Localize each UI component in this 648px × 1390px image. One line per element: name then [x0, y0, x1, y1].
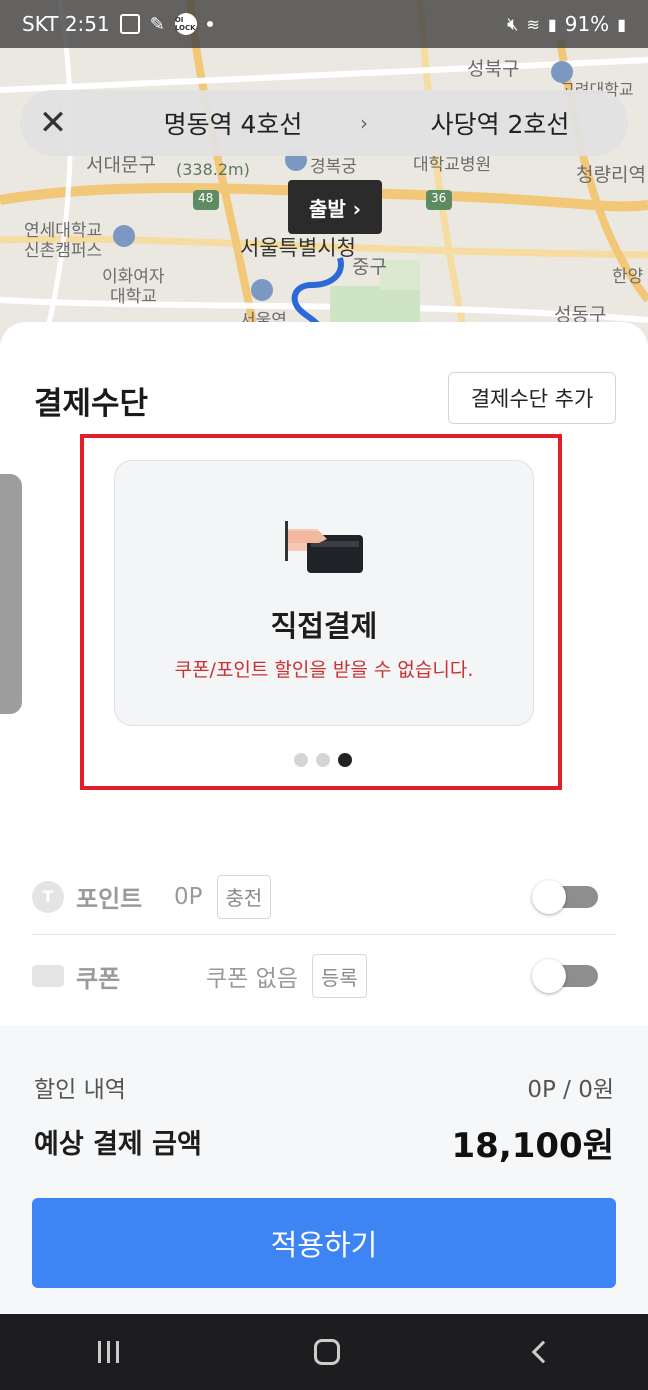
- map-label: 신촌캠퍼스: [24, 241, 103, 261]
- add-payment-method-button[interactable]: 결제수단 추가: [448, 372, 616, 424]
- battery-percent: 91%: [564, 12, 610, 36]
- mute-icon: 🔇︎: [507, 13, 519, 35]
- apply-button[interactable]: 적용하기: [32, 1198, 616, 1288]
- coupon-label: 쿠폰: [76, 964, 121, 993]
- hand-card-icon: [285, 521, 363, 573]
- gallery-icon: [119, 14, 140, 34]
- map-label: 성북구: [467, 58, 520, 80]
- map-label: 한양: [612, 267, 644, 287]
- points-balance: 0P: [174, 883, 203, 910]
- page-dot[interactable]: [316, 753, 330, 767]
- back-icon[interactable]: [531, 1340, 554, 1364]
- route-origin[interactable]: 명동역 4호선: [138, 105, 328, 141]
- points-icon: T: [32, 880, 64, 913]
- status-bar: SKT 2:51 ✎ OI LOCK 🔇︎ ≋ ▮ 91% ▮: [0, 0, 648, 48]
- page-dot[interactable]: [294, 753, 308, 767]
- wifi-icon: ≋: [526, 14, 540, 34]
- payment-method-title: 결제수단: [34, 386, 149, 422]
- coupon-status: 쿠폰 없음: [206, 966, 298, 992]
- road-number: 48: [198, 191, 214, 205]
- more-notifications-icon: [206, 21, 213, 27]
- pencil-icon: ✎: [149, 13, 165, 35]
- chevron-right-icon: ›: [360, 111, 368, 135]
- total-label: 예상 결제 금액: [34, 1129, 202, 1160]
- close-icon: ✕: [38, 103, 68, 143]
- recent-apps-icon[interactable]: [97, 1341, 119, 1363]
- road-number: 36: [431, 191, 447, 205]
- carrier-time: SKT 2:51: [22, 12, 110, 36]
- coupon-icon: [32, 965, 64, 987]
- battery-charging-icon: ▮: [617, 14, 626, 34]
- map-label: 중구: [352, 256, 387, 278]
- points-toggle[interactable]: [532, 879, 598, 914]
- map-label: 서울특별시청: [240, 236, 356, 260]
- signal-icon: ▮: [547, 14, 557, 34]
- depart-marker-button[interactable]: 출발 ›: [288, 180, 382, 234]
- route-bar: ✕ 명동역 4호선 › 사당역 2호선: [20, 90, 628, 156]
- coupon-row: 쿠폰 쿠폰 없음 등록: [32, 938, 616, 1014]
- charge-points-button[interactable]: 충전: [216, 874, 272, 919]
- toggle-knob: [532, 879, 566, 914]
- edge-panel-handle[interactable]: [0, 474, 22, 714]
- map-label: 대학교: [110, 287, 157, 307]
- toggle-knob: [532, 959, 566, 993]
- home-icon[interactable]: [313, 1339, 340, 1365]
- route-destination[interactable]: 사당역 2호선: [405, 105, 595, 141]
- total-amount: 18,100원: [451, 1126, 614, 1166]
- map-label: (338.2m): [176, 160, 250, 179]
- payment-card-name: 직접결제: [270, 609, 378, 643]
- system-nav-bar: [0, 1314, 648, 1390]
- points-row: T 포인트 0P 충전: [32, 859, 616, 935]
- page-dot-active[interactable]: [338, 753, 352, 767]
- discount-value: 0P / 0원: [527, 1077, 614, 1103]
- payment-summary: 할인 내역 0P / 0원 예상 결제 금액 18,100원 적용하기: [0, 1026, 648, 1314]
- register-coupon-button[interactable]: 등록: [311, 954, 367, 998]
- discount-label: 할인 내역: [34, 1077, 126, 1103]
- close-button[interactable]: ✕: [20, 90, 86, 156]
- payment-sheet: 결제수단 결제수단 추가 직접결제 쿠폰/포인트 할인을 받을 수 없습니다. …: [0, 322, 648, 1314]
- carousel-pagination: [294, 753, 352, 767]
- coupon-toggle[interactable]: [532, 959, 598, 993]
- lock-app-icon: OI LOCK: [174, 13, 197, 35]
- map-label: 청량리역: [576, 164, 646, 186]
- points-label: 포인트: [76, 885, 143, 913]
- direct-payment-card[interactable]: 직접결제 쿠폰/포인트 할인을 받을 수 없습니다.: [114, 460, 534, 726]
- payment-card-warning: 쿠폰/포인트 할인을 받을 수 없습니다.: [174, 659, 474, 681]
